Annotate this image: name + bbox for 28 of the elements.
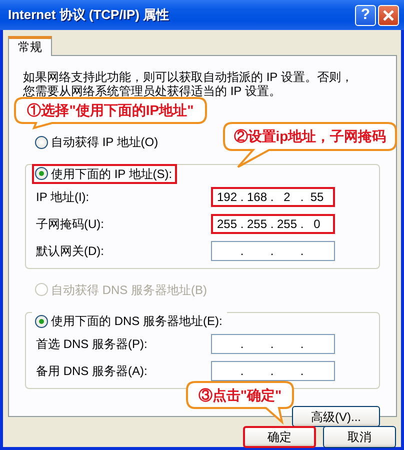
radio-option[interactable]: 使用下面的 IP 地址(S): [32,164,178,184]
ip-address-field[interactable]: . . . [211,361,335,381]
radio-button[interactable] [35,136,48,148]
ip-address-field[interactable]: . . . [211,334,335,354]
field-label: 默认网关(D): [36,244,105,258]
radio-option[interactable]: 使用下面的 DNS 服务器地址(E): [32,311,228,331]
dialog-button[interactable]: 取消 [323,426,396,448]
field-label: 备用 DNS 服务器(A): [36,364,148,378]
help-button[interactable]: ? [355,4,376,26]
advanced-button[interactable]: 高级(V)... [292,406,380,427]
ip-address-field[interactable]: . . . [211,240,335,260]
tab[interactable]: 常规 [8,36,52,56]
close-button[interactable] [378,4,399,26]
close-icon [383,10,394,20]
field-label: 首选 DNS 服务器(P): [36,337,148,351]
window-title: Internet 协议 (TCP/IP) 属性 [8,8,170,22]
radio-button[interactable] [35,314,48,328]
field-label: 子网掩码(U): [36,216,105,230]
description-text: 您需要从网络系统管理员处获得适当的 IP 设置。 [23,84,281,98]
callout-text: ①选择"使用下面的IP地址" [27,102,194,118]
radio-button[interactable] [35,167,48,180]
description-text: 如果网络支持此功能，则可以获取自动指派的 IP 设置。否则， [23,70,353,84]
callout-text: ③点击"确定" [198,386,282,402]
ip-address-field[interactable]: 255 . 255 . 255 . 0 [211,214,335,234]
field-label: IP 地址(I): [36,190,90,204]
callout-text: ②设置ip地址，子网掩码 [234,128,386,144]
dialog-button[interactable]: 确定 [243,426,316,448]
ip-address-field[interactable]: 192 . 168 . 2 . 55 [211,186,335,206]
